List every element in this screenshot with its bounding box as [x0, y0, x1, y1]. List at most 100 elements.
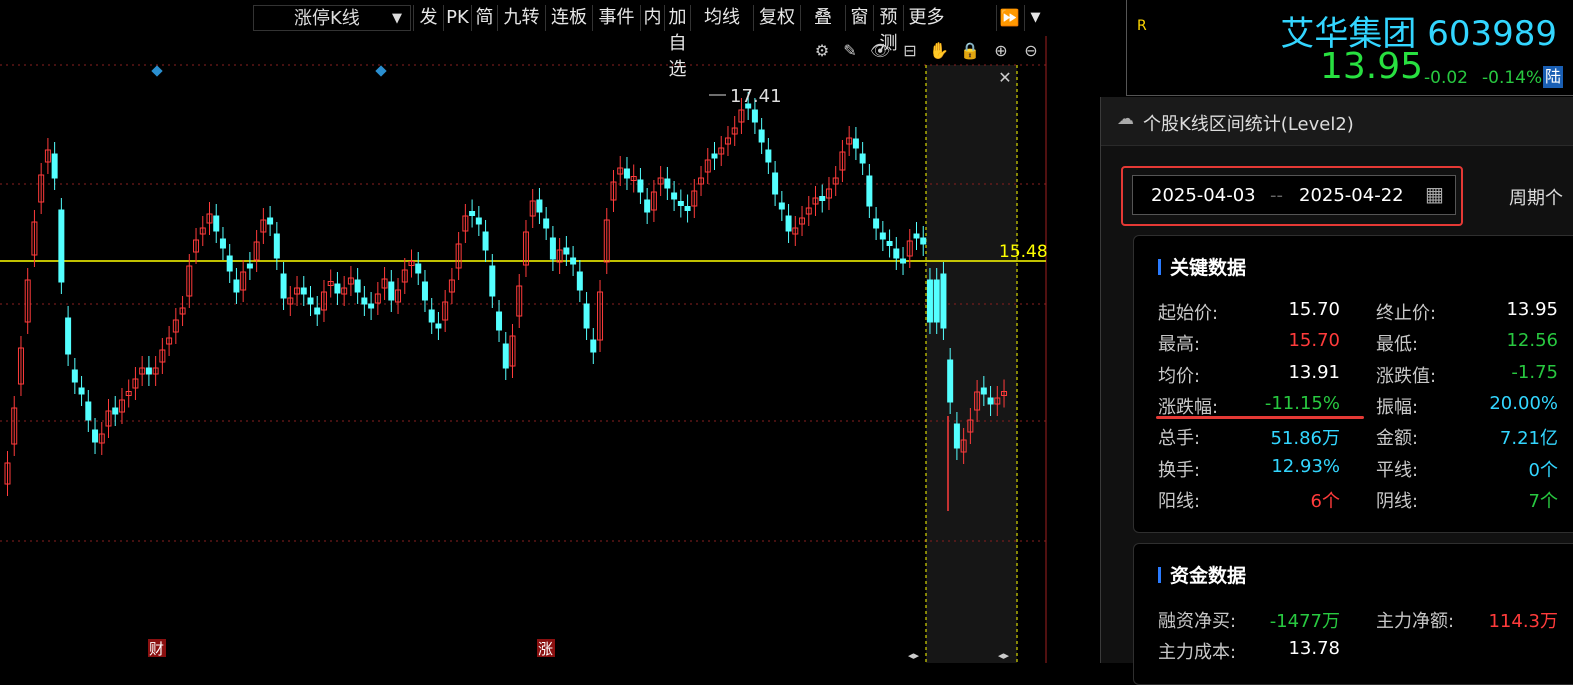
lock-icon[interactable]: 🔒	[960, 41, 980, 61]
hand-pan-icon[interactable]: ✋	[929, 41, 949, 61]
interval-stats-panel: ☁ 个股K线区间统计(Level2) 2025-04-03 -- 2025-04…	[1100, 97, 1573, 685]
candle-body	[576, 271, 583, 291]
date-start[interactable]: 2025-04-03	[1151, 185, 1256, 206]
toolbar-more-chevron-icon[interactable]: ▼	[1024, 5, 1046, 31]
fund-data-card: 资金数据 融资净买: -1477万 主力净额: 114.3万 主力成本: 13.78	[1133, 543, 1573, 685]
candle-body	[226, 255, 233, 272]
key-data-title: 关键数据	[1170, 257, 1247, 279]
kline-chart[interactable]: 17.7616.3814.9813.6012.2115.4817.41财涨◂▸◂…	[0, 36, 1048, 663]
candle-body	[482, 231, 489, 251]
price-change-pct: -0.14%	[1482, 68, 1543, 88]
candle-body	[873, 218, 880, 229]
toolbar-button-2[interactable]: 简	[471, 5, 497, 31]
event-diamond-marker	[151, 65, 163, 77]
candle-body	[388, 281, 395, 301]
toolbar-button-0[interactable]: 发	[413, 5, 443, 31]
kline-type-label: 涨停K线	[294, 8, 360, 29]
candle-body	[267, 217, 274, 225]
candle-body	[623, 168, 630, 179]
section-marker	[1158, 567, 1161, 583]
toolbar-button-11[interactable]: 窗	[845, 5, 873, 31]
toolbar-button-4[interactable]: 连板	[545, 5, 592, 31]
candle-body	[671, 192, 678, 200]
candle-body	[933, 279, 940, 323]
toolbar-button-13[interactable]: 更多	[903, 5, 949, 31]
stat-value: 114.3万	[1488, 611, 1558, 632]
settings-gear-icon[interactable]: ⚙	[812, 41, 832, 61]
candle-body	[428, 309, 435, 323]
candle-body	[778, 202, 785, 210]
candle-body	[112, 407, 119, 415]
toolbar-button-7[interactable]: 加自选	[664, 5, 690, 80]
candle-body	[987, 397, 994, 405]
candle-body	[980, 387, 987, 395]
candle-body	[644, 199, 651, 213]
candle-body	[947, 359, 954, 403]
toolbar-button-5[interactable]: 事件	[592, 5, 640, 31]
candle-body	[65, 317, 72, 355]
candle-body	[900, 258, 907, 264]
candle-body	[920, 237, 927, 245]
candle-body	[543, 218, 550, 229]
candle-body	[361, 297, 368, 305]
kline-chart-svg[interactable]: 17.7616.3814.9813.6012.2115.4817.41财涨◂▸◂…	[0, 36, 1048, 663]
candle-body	[819, 196, 826, 201]
toolbox-icon[interactable]: ⊟	[900, 41, 920, 61]
stat-value: 7个	[1528, 490, 1558, 512]
toolbar-button-9[interactable]: 复权	[753, 5, 800, 31]
candle-body	[711, 153, 718, 159]
candle-body	[92, 429, 99, 443]
toolbar-button-6[interactable]: 内	[640, 5, 664, 31]
candle-body	[859, 153, 866, 164]
fund-data-title: 资金数据	[1170, 565, 1247, 587]
candle-body	[368, 303, 375, 309]
selected-range-bg	[926, 65, 1017, 663]
candle-body	[940, 273, 947, 329]
toolbar-button-10[interactable]: 叠	[800, 5, 845, 31]
fullscreen-icon[interactable]: ⏩	[996, 5, 1022, 31]
change-pct-underline	[1156, 416, 1364, 419]
candle-body	[51, 153, 58, 179]
date-end[interactable]: 2025-04-22	[1299, 185, 1404, 206]
candle-body	[502, 343, 509, 369]
candle-body	[475, 217, 482, 225]
toolbar-button-8[interactable]: 均线	[690, 5, 753, 31]
candle-body	[583, 303, 590, 329]
candle-body	[664, 178, 671, 189]
zoom-in-icon[interactable]: ⊕	[991, 41, 1011, 61]
eye-icon[interactable]: 👁	[870, 41, 890, 61]
stat-value: 20.00%	[1489, 392, 1558, 414]
toolbar-button-12[interactable]: 预测	[873, 5, 903, 54]
chart-toolbar: 涨停K线 ▼ 发 PK 简九转 连板 事件内加自选 均线 复权叠窗预测 更多 ⏩ ▼	[0, 0, 1048, 80]
candle-body	[684, 206, 691, 211]
candle-body	[58, 209, 65, 283]
candle-body	[926, 279, 933, 323]
toolbar-button-1[interactable]: PK	[443, 5, 471, 31]
candle-body	[785, 215, 792, 232]
period-label[interactable]: 周期个	[1509, 184, 1563, 210]
candle-body	[334, 283, 341, 294]
bottom-marker-text: 财	[149, 640, 164, 658]
candle-body	[273, 233, 280, 259]
zoom-out-icon[interactable]: ⊖	[1021, 41, 1041, 61]
price-change: -0.02	[1424, 68, 1468, 88]
candle-body	[233, 279, 240, 293]
candle-body	[314, 307, 321, 315]
candle-body	[570, 257, 577, 265]
event-diamond-marker	[375, 65, 387, 77]
section-marker	[1158, 259, 1161, 275]
calendar-icon[interactable]: ▦	[1425, 182, 1444, 206]
date-range-picker[interactable]: 2025-04-03 -- 2025-04-22 ▦	[1132, 175, 1456, 215]
candle-body	[307, 297, 314, 305]
toolbar-button-3[interactable]: 九转	[497, 5, 545, 31]
close-selection-icon[interactable]: ✕	[995, 68, 1015, 88]
candle-body	[78, 387, 85, 395]
rank-tag: R	[1137, 18, 1147, 34]
stat-value: 13.95	[1506, 299, 1558, 320]
kline-type-dropdown[interactable]: 涨停K线 ▼	[253, 5, 411, 31]
stock-code: 603989	[1427, 14, 1557, 54]
draw-pen-icon[interactable]: ✎	[840, 41, 860, 61]
candle-body	[421, 281, 428, 301]
candle-body	[758, 129, 765, 143]
candle-body	[913, 233, 920, 239]
